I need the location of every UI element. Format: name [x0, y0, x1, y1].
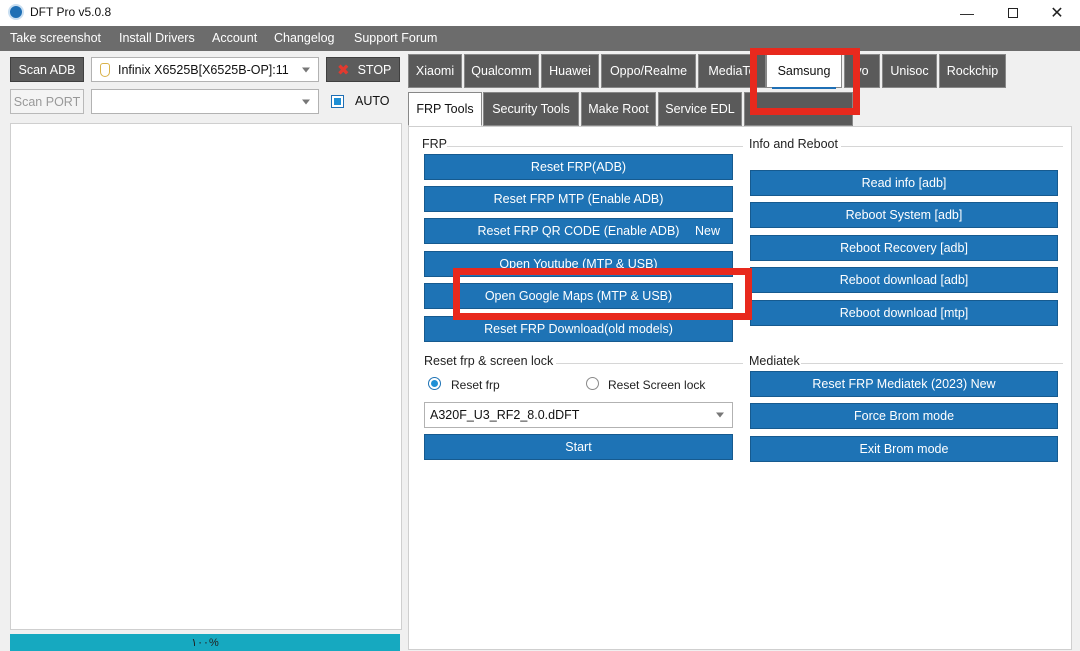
menu-support-forum[interactable]: Support Forum	[354, 31, 437, 45]
frp-tools-panel: FRP Reset FRP(ADB) Reset FRP MTP (Enable…	[408, 126, 1072, 650]
menu-account[interactable]: Account	[212, 31, 257, 45]
reset-frp-radio-label: Reset frp	[451, 378, 500, 392]
title-bar: DFT Pro v5.0.8 — ✕	[0, 0, 1080, 26]
chevron-down-icon	[302, 99, 310, 104]
divider	[801, 363, 1063, 364]
frp-file-select-value: A320F_U3_RF2_8.0.dDFT	[430, 408, 580, 422]
reboot-download-adb-button[interactable]: Reboot download [adb]	[750, 267, 1058, 293]
tab-frp-tools[interactable]: FRP Tools	[408, 92, 482, 126]
tab-security-tools[interactable]: Security Tools	[483, 92, 579, 126]
reset-frp-radio[interactable]	[428, 377, 441, 390]
divider	[841, 146, 1063, 147]
stop-button[interactable]: ✖ STOP	[326, 57, 400, 82]
device-select[interactable]: Infinix X6525B[X6525B-OP]:11	[91, 57, 319, 82]
menu-changelog[interactable]: Changelog	[274, 31, 334, 45]
tab-qualcomm[interactable]: Qualcomm	[464, 54, 539, 88]
radio-selected-icon	[431, 380, 438, 387]
chevron-down-icon	[302, 67, 310, 72]
tab-mediatek[interactable]: MediaTe	[698, 54, 766, 88]
auto-label: AUTO	[355, 94, 390, 108]
tab-service-edl[interactable]: Service EDL	[658, 92, 742, 126]
checkbox-check-icon	[334, 98, 341, 105]
main-area: Scan ADB Infinix X6525B[X6525B-OP]:11 ✖ …	[0, 51, 1080, 651]
divider	[556, 363, 743, 364]
reboot-download-mtp-button[interactable]: Reboot download [mtp]	[750, 300, 1058, 326]
reset-frp-qr-label: Reset FRP QR CODE (Enable ADB)	[477, 224, 680, 238]
tab-oppo-realme[interactable]: Oppo/Realme	[601, 54, 696, 88]
new-badge: New	[694, 224, 720, 238]
tab-huawei[interactable]: Huawei	[541, 54, 599, 88]
reset-lock-group-title: Reset frp & screen lock	[424, 354, 554, 368]
tab-make-root[interactable]: Make Root	[581, 92, 656, 126]
exit-brom-mode-button[interactable]: Exit Brom mode	[750, 436, 1058, 462]
window-title: DFT Pro v5.0.8	[30, 5, 112, 19]
reset-frp-mtp-button[interactable]: Reset FRP MTP (Enable ADB)	[424, 186, 733, 212]
read-info-adb-button[interactable]: Read info [adb]	[750, 170, 1058, 196]
tab-rockchip[interactable]: Rockchip	[939, 54, 1006, 88]
log-panel[interactable]	[10, 123, 402, 630]
stop-x-icon: ✖	[337, 61, 350, 79]
active-tab-indicator	[772, 87, 836, 89]
info-group-title: Info and Reboot	[749, 137, 838, 151]
menu-install-drivers[interactable]: Install Drivers	[119, 31, 195, 45]
auto-checkbox[interactable]	[331, 95, 344, 108]
frp-group-title: FRP	[422, 137, 447, 151]
tab-samsung[interactable]: Samsung	[766, 54, 842, 88]
mediatek-group-title: Mediatek	[749, 354, 800, 368]
reset-screen-lock-radio[interactable]	[586, 377, 599, 390]
reset-frp-download-button[interactable]: Reset FRP Download(old models)	[424, 316, 733, 342]
device-select-value: Infinix X6525B[X6525B-OP]:11	[118, 62, 289, 77]
tab-vivo[interactable]: vo	[844, 54, 880, 88]
reset-frp-qr-button[interactable]: Reset FRP QR CODE (Enable ADB) New	[424, 218, 733, 244]
divider	[447, 146, 743, 147]
progress-bar: ١٠٠%	[10, 634, 400, 651]
tab-hidden[interactable]	[744, 92, 853, 126]
usb-icon	[100, 62, 110, 77]
tab-xiaomi[interactable]: Xiaomi	[408, 54, 462, 88]
open-youtube-button[interactable]: Open Youtube (MTP & USB)	[424, 251, 733, 277]
close-button[interactable]: ✕	[1034, 0, 1080, 26]
maximize-button[interactable]	[990, 0, 1036, 26]
reset-screen-lock-radio-label: Reset Screen lock	[608, 378, 706, 392]
minimize-button[interactable]: —	[944, 0, 990, 26]
stop-button-label: STOP	[357, 62, 392, 77]
menu-take-screenshot[interactable]: Take screenshot	[10, 31, 101, 45]
reset-frp-mediatek-button[interactable]: Reset FRP Mediatek (2023) New	[750, 371, 1058, 397]
tab-unisoc[interactable]: Unisoc	[882, 54, 937, 88]
start-button[interactable]: Start	[424, 434, 733, 460]
app-logo-icon	[8, 4, 24, 20]
reset-frp-adb-button[interactable]: Reset FRP(ADB)	[424, 154, 733, 180]
reboot-system-adb-button[interactable]: Reboot System [adb]	[750, 202, 1058, 228]
progress-text: ١٠٠%	[191, 637, 219, 649]
scan-port-button[interactable]: Scan PORT	[10, 89, 84, 114]
frp-file-select[interactable]: A320F_U3_RF2_8.0.dDFT	[424, 402, 733, 428]
open-google-maps-button[interactable]: Open Google Maps (MTP & USB)	[424, 283, 733, 309]
scan-adb-button[interactable]: Scan ADB	[10, 57, 84, 82]
chevron-down-icon	[716, 412, 724, 418]
force-brom-mode-button[interactable]: Force Brom mode	[750, 403, 1058, 429]
port-select[interactable]	[91, 89, 319, 114]
maximize-icon	[1008, 8, 1018, 18]
menu-bar: Take screenshot Install Drivers Account …	[0, 26, 1080, 51]
reboot-recovery-adb-button[interactable]: Reboot Recovery [adb]	[750, 235, 1058, 261]
